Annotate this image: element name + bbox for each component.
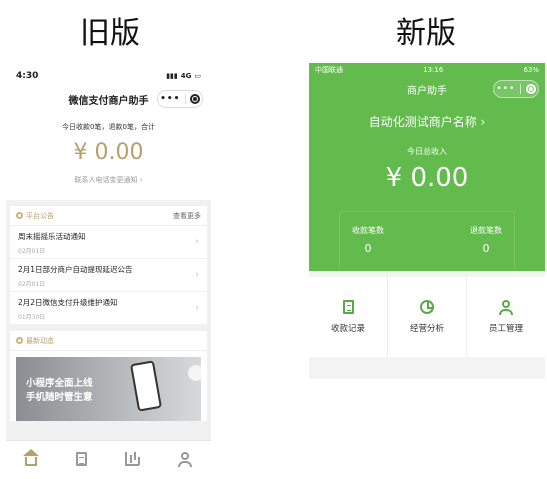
stat-value: 0 [364,242,372,255]
chevron-right-icon: › [195,303,199,313]
menu-label: 收款记录 [330,324,365,334]
stat-label: 收款笔数 [352,226,384,235]
news-header: 最新动态 [10,331,207,351]
carrier-label: 中国联通 [315,66,343,74]
comparison-page: 旧版 新版 4:30 ▮▮▮ 4G ▭ 微信支付商户助手 ••• 今日收款0笔，… [0,0,547,479]
network-label: 4G [180,72,192,80]
home-icon[interactable] [23,449,40,466]
new-phone-screen: 中国联通 13:16 63% 商户助手 ••• 自动化测试商户名称 › 今日总收… [309,63,545,479]
nav-bar: 微信支付商户助手 ••• [6,86,211,112]
news-card: 最新动态 小程序全面上线 手机随时管生意 [10,331,207,421]
chevron-right-icon: › [195,237,199,247]
receipt-count: 收款笔数 0 [309,225,427,255]
promo-banner[interactable]: 小程序全面上线 手机随时管生意 [16,357,201,421]
content-area [309,379,545,479]
target-icon[interactable] [525,84,536,94]
today-summary: 今日收款0笔，退款0笔，合计 ¥ 0.00 联系人电话变更通知 › [6,112,211,200]
mini-program-capsule[interactable]: ••• [157,90,203,108]
today-income-amount: ¥ 0.00 [385,163,469,193]
tab-bar [6,440,211,476]
chevron-right-icon: › [195,270,199,280]
refund-count: 退款笔数 0 [427,225,545,255]
contact-change-notice[interactable]: 联系人电话变更通知 › [6,175,211,185]
banner-line: 小程序全面上线 [26,378,93,389]
menu-receipt-records[interactable]: 收款记录 [309,277,388,357]
target-icon[interactable] [189,94,200,104]
view-more-link[interactable]: 查看更多 [173,211,201,221]
capsule-divider [184,94,186,104]
more-dots-icon[interactable]: ••• [160,94,180,104]
status-time: 13:16 [423,66,444,74]
announcement-title: 2月2日微信支付升级维护通知 [18,298,118,307]
announcements-card: 平台公告 查看更多 周末摇摇乐活动通知 02月01日 › 2月1日部分商户自动提… [10,206,207,325]
announcement-item[interactable]: 2月2日微信支付升级维护通知 01月30日 › [10,292,207,325]
transaction-stats: 收款笔数 0 退款笔数 0 [309,225,545,255]
phone-illustration [130,360,162,412]
old-version-heading: 旧版 [80,16,140,51]
news-title-text: 最新动态 [26,336,54,345]
revenue-header: 中国联通 13:16 63% 商户助手 ••• 自动化测试商户名称 › 今日总收… [309,63,545,271]
mini-program-capsule[interactable]: ••• [493,80,539,98]
orders-icon[interactable] [75,451,87,466]
page-title: 微信支付商户助手 [68,95,149,107]
menu-label: 经营分析 [409,324,444,334]
banner-line: 手机随时管生意 [26,392,93,403]
menu-label: 员工管理 [488,324,523,334]
announcement-title: 2月1日部分商户自动提现延迟公告 [18,265,133,274]
banner-text: 小程序全面上线 手机随时管生意 [26,377,93,405]
old-phone-screen: 4:30 ▮▮▮ 4G ▭ 微信支付商户助手 ••• 今日收款0笔，退款0笔，合… [6,66,211,476]
capsule-divider [519,84,521,94]
gear-icon [16,212,23,219]
announcement-date: 02月01日 [18,281,46,288]
battery-icon: ▭ [194,72,201,80]
nav-bar: 商户助手 ••• [309,77,545,101]
sun-icon [16,337,23,344]
announcement-date: 02月01日 [18,248,46,255]
announcements-header: 平台公告 查看更多 [10,206,207,226]
menu-staff-management[interactable]: 员工管理 [467,277,545,357]
menu-business-analysis[interactable]: 经营分析 [388,277,467,357]
announcements-title: 平台公告 [16,211,54,221]
signal-icon: ▮▮▮ [166,72,178,80]
summary-line: 今日收款0笔，退款0笔，合计 [62,123,155,131]
profile-icon[interactable] [177,451,192,467]
summary-amount: ¥ 0.00 [73,140,144,165]
page-title: 商户助手 [407,85,447,97]
stat-value: 0 [482,242,490,255]
status-indicators: ▮▮▮ 4G ▭ [166,72,201,80]
announcement-item[interactable]: 2月1日部分商户自动提现延迟公告 02月01日 › [10,259,207,292]
status-time: 4:30 [16,71,39,81]
status-bar: 中国联通 13:16 63% [309,63,545,77]
stat-label: 退款笔数 [470,226,502,235]
announcement-item[interactable]: 周末摇摇乐活动通知 02月01日 › [10,226,207,259]
more-dots-icon[interactable]: ••• [496,84,515,94]
battery-label: 63% [523,66,539,74]
receipt-icon [342,300,354,314]
merchant-name-link[interactable]: 自动化测试商户名称 › [309,113,545,130]
new-version-heading: 新版 [396,16,456,51]
staff-icon [499,300,513,315]
chart-icon[interactable] [125,451,140,466]
today-income-label: 今日总收入 [407,147,447,156]
announcement-title: 周末摇摇乐活动通知 [18,232,86,241]
function-menu: 收款记录 经营分析 员工管理 [309,277,545,357]
status-bar: 4:30 ▮▮▮ 4G ▭ [6,66,211,86]
cup-illustration [188,365,201,381]
news-title: 最新动态 [16,336,54,346]
announcements-title-text: 平台公告 [26,211,54,220]
pie-chart-icon [420,300,434,314]
announcement-date: 01月30日 [18,314,46,321]
